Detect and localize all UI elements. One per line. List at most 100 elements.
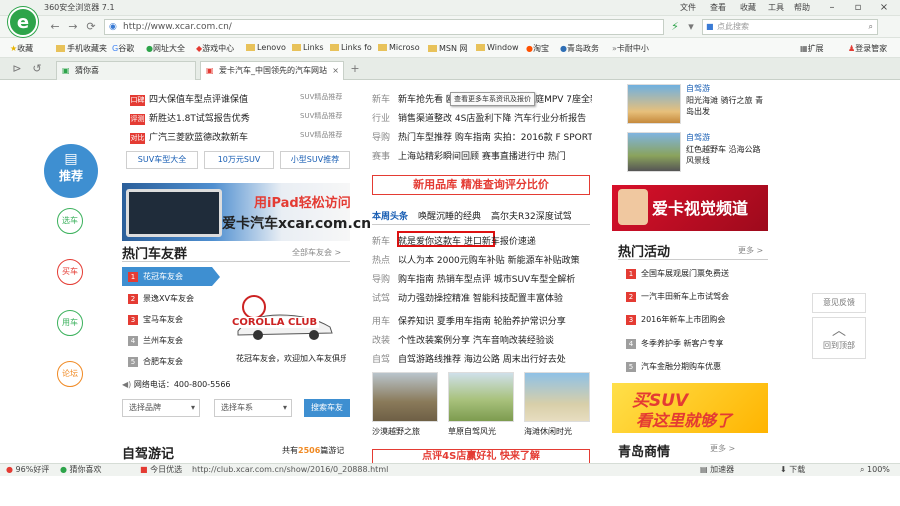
news-item[interactable]: 评测 新胜达1.8T试驾报告优秀 SUV精品推荐 <box>130 111 350 125</box>
minimize-icon[interactable]: – <box>820 0 844 16</box>
activity-item[interactable]: 1 全国车展观展门票免费送 <box>626 268 766 279</box>
club-item-active[interactable]: 1 花冠车友会 <box>122 267 212 286</box>
new-tab-icon[interactable]: + <box>346 61 364 77</box>
club-item[interactable]: 4 兰州车友会 <box>128 335 183 346</box>
activity-item[interactable]: 3 2016年新车上市团购会 <box>626 314 766 325</box>
sidebar-buy-select[interactable]: 选车 <box>57 208 83 234</box>
search-input[interactable]: ■ 点此搜索 ⌕ <box>702 19 878 35</box>
feedback-button[interactable]: 意见反馈 <box>812 293 866 313</box>
news-item[interactable]: 对比 广汽三菱欧蓝德改款新车 SUV精品推荐 <box>130 130 350 144</box>
recommend-button[interactable]: ▤ 推荐 <box>44 144 98 198</box>
bookmark-game[interactable]: ◆游戏中心 <box>196 43 234 54</box>
hot-activity-more[interactable]: 更多 > <box>738 245 763 256</box>
refresh-icon[interactable]: ⟳ <box>82 19 100 35</box>
menu-help[interactable]: 帮助 <box>794 2 810 13</box>
news-text[interactable]: 阳光海滩 骑行之旅 青岛出发 <box>686 95 766 117</box>
menu-favorites[interactable]: 收藏 <box>740 2 756 13</box>
qingdao-more[interactable]: 更多 > <box>710 443 735 454</box>
back-to-top-button[interactable]: ︿ 回到顶部 <box>812 317 866 359</box>
news-row[interactable]: 导购 热门车型推荐 购车指南 实拍：2016款 F SPORT <box>372 130 592 143</box>
news-row[interactable]: 行业 销售渠道整改 4S店盈利下降 汽车行业分析报告 <box>372 111 592 124</box>
undo-close-icon[interactable]: ↺ <box>28 61 46 77</box>
tab-golf[interactable]: 高尔夫R32深度试驾 <box>491 212 572 222</box>
tab-guess[interactable]: ▣ 猜你喜 <box>56 61 196 80</box>
bookmark-msn[interactable]: MSN 网 <box>428 43 468 54</box>
activity-item[interactable]: 2 一汽丰田新车上市试驾会 <box>626 291 766 302</box>
bookmark-hao[interactable]: ●网址大全 <box>146 43 185 54</box>
tab-xcar[interactable]: ▣ 爱卡汽车_中国领先的汽车网站 × <box>200 61 344 80</box>
headline-item[interactable]: 新车 就是爱你这款车 进口新车报价速递 <box>372 234 592 247</box>
club-item[interactable]: 2 景逸XV车友会 <box>128 293 194 304</box>
accelerator-button[interactable]: ▤ 加速器 <box>700 464 734 476</box>
extensions-button[interactable]: ▦扩展 <box>800 43 824 54</box>
bookmark-links-fo[interactable]: Links fo <box>330 43 372 52</box>
sidebar-forum[interactable]: 论坛 <box>57 361 83 387</box>
bookmark-links[interactable]: Links <box>292 43 324 52</box>
forward-icon[interactable]: → <box>64 19 82 35</box>
headline-item[interactable]: 试驾 动力强劲操控精准 智能科技配置丰富体验 <box>372 291 592 304</box>
ipad-banner[interactable]: 用iPad轻松访问 爱卡汽车xcar.com.cn <box>122 183 371 241</box>
bookmark-favorites[interactable]: ★收藏 <box>10 43 33 54</box>
find-club-button[interactable]: 搜索车友 <box>304 399 350 417</box>
hot-club-more[interactable]: 全部车友会 > <box>292 247 341 258</box>
activity-item[interactable]: 4 冬季养护季 新客户专享 <box>626 338 766 349</box>
guess-status[interactable]: ● 猜你喜欢 <box>60 464 102 476</box>
series-select[interactable]: 选择车系 ▾ <box>214 399 292 417</box>
beach-photo[interactable] <box>524 372 590 422</box>
suv-small-pill[interactable]: 小型SUV推荐 <box>280 151 350 169</box>
bookmark-windows[interactable]: Window <box>476 43 519 52</box>
bookmark-taobao[interactable]: ●淘宝 <box>526 43 549 54</box>
sidebar-toggle-icon[interactable]: ⊳ <box>8 61 26 77</box>
suv-all-pill[interactable]: SUV车型大全 <box>126 151 198 169</box>
sidebar-use-car[interactable]: 用车 <box>57 310 83 336</box>
club-item[interactable]: 5 合肥车友会 <box>128 356 183 367</box>
login-manager-button[interactable]: ♟登录管家 <box>848 43 887 54</box>
corolla-club-logo[interactable]: COROLLA CLUB <box>230 293 340 343</box>
search-icon[interactable]: ⌕ <box>869 20 873 34</box>
photo-caption[interactable]: 海滩休闲时光 <box>524 426 590 437</box>
bookmark-more[interactable]: »卡耐中小 <box>612 43 649 54</box>
back-icon[interactable]: ← <box>46 19 64 35</box>
headline-item[interactable]: 导购 购车指南 热销车型点评 城市SUV车型全解析 <box>372 272 592 285</box>
menu-view[interactable]: 查看 <box>710 2 726 13</box>
headline-item[interactable]: 自驾 自驾游路线推荐 海边公路 周末出行好去处 <box>372 352 592 365</box>
club-item[interactable]: 3 宝马车友会 <box>128 314 183 325</box>
menu-file[interactable]: 文件 <box>680 2 696 13</box>
daily-pick-status[interactable]: ■ 今日优选 <box>140 464 182 476</box>
bookmark-qingdao[interactable]: ●青岛政务 <box>560 43 599 54</box>
bookmark-microsoft[interactable]: Microso <box>378 43 420 52</box>
desert-photo[interactable] <box>372 372 438 422</box>
road-car-photo[interactable] <box>627 132 681 172</box>
brand-select[interactable]: 选择品牌 ▾ <box>122 399 200 417</box>
news-row[interactable]: 赛事 上海站精彩瞬间回顾 赛事直播进行中 热门 <box>372 149 592 162</box>
zoom-level[interactable]: ⌕ 100% <box>860 464 890 476</box>
suv-10w-pill[interactable]: 10万元SUV <box>204 151 274 169</box>
news-text[interactable]: 红色越野车 沿海公路风景线 <box>686 144 766 166</box>
tab-close-icon[interactable]: × <box>332 62 339 79</box>
dropdown-icon[interactable]: ▾ <box>682 19 700 35</box>
close-icon[interactable]: × <box>872 0 896 16</box>
url-input[interactable]: ◉ http://www.xcar.com.cn/ <box>104 19 664 35</box>
bookmark-google[interactable]: G谷歌 <box>112 43 134 54</box>
photo-caption[interactable]: 沙漠越野之旅 <box>372 426 438 437</box>
rating-status[interactable]: ● 96%好评 <box>6 464 49 476</box>
bookmark-mobile[interactable]: 手机收藏夹 <box>56 43 107 54</box>
tab-weekly[interactable]: 本周头条 <box>372 212 408 222</box>
browser-logo-icon[interactable]: e <box>8 7 38 37</box>
activity-item[interactable]: 5 汽车金融分期购车优惠 <box>626 361 766 372</box>
maximize-icon[interactable]: ▫ <box>846 0 870 16</box>
tab-classic[interactable]: 唤醒沉睡的经典 <box>418 212 481 222</box>
news-item[interactable]: 口碑 四大保值车型点评谁保值 SUV精品推荐 <box>130 92 350 106</box>
headline-item[interactable]: 改装 个性改装案例分享 汽车音响改装经验谈 <box>372 333 592 346</box>
parts-library-banner[interactable]: 新用品库 精准查询评分比价 <box>372 175 590 195</box>
beach-cyclist-photo[interactable] <box>627 84 681 124</box>
bookmark-lenovo[interactable]: Lenovo <box>246 43 286 52</box>
visual-channel-banner[interactable]: 爱卡视觉频道 <box>612 185 768 231</box>
sidebar-buy-car[interactable]: 买车 <box>57 259 83 285</box>
menu-tools[interactable]: 工具 <box>768 2 784 13</box>
download-button[interactable]: ⬇ 下载 <box>780 464 805 476</box>
grassland-photo[interactable] <box>448 372 514 422</box>
photo-caption[interactable]: 草原自驾风光 <box>448 426 514 437</box>
headline-item[interactable]: 热点 以人为本 2000元购车补贴 新能源车补贴政策 <box>372 253 592 266</box>
dealer-review-banner[interactable]: 点评4S店赢好礼 快来了解 <box>372 449 590 463</box>
